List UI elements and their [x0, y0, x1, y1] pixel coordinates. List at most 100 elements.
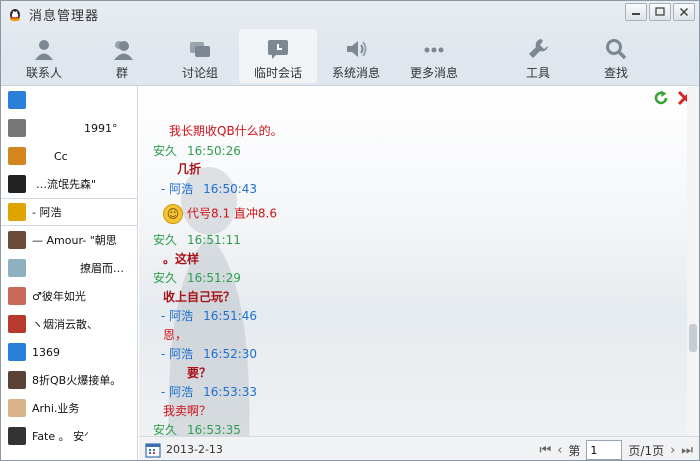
message-time: 16:52:30 — [203, 347, 258, 361]
contact-item[interactable]: ヽ烟消云散、 — [1, 310, 137, 338]
more-icon — [424, 47, 444, 53]
message-header: 安久 16:51:11 — [153, 231, 241, 248]
tab-temp-chat[interactable]: 临时会话 — [239, 29, 317, 83]
contact-name: ヽ烟消云散、 — [32, 318, 98, 331]
contact-item[interactable]: 8折QB火爆接单。 — [1, 366, 137, 394]
tab-system-messages[interactable]: 系统消息 — [317, 29, 395, 83]
message-time: 16:50:43 — [203, 182, 258, 196]
message-text: 恩， — [163, 326, 187, 343]
message-text: 我卖啊？ — [163, 402, 211, 419]
message-list: 我长期收QB什么的。 安久 16:50:26 几折 - 阿浩 16:50:43 ☺ 代号8.1… — [139, 86, 684, 437]
avatar — [8, 399, 26, 417]
chat-history: 我长期收QB什么的。 安久 16:50:26 几折 - 阿浩 16:50:43 ☺ 代号8.1… — [139, 86, 699, 460]
chat-scrollbar[interactable] — [687, 86, 699, 436]
qq-penguin-icon — [10, 9, 20, 22]
avatar — [8, 343, 26, 361]
prev-page-icon[interactable]: ‹ — [557, 443, 562, 458]
close-button[interactable] — [673, 3, 695, 21]
smiley-emoji-icon: ☺ — [163, 204, 183, 224]
message-header: 安久 16:51:29 — [153, 269, 241, 286]
message-body: 要？ — [187, 366, 212, 380]
contact-item[interactable]: — Amour- "朝思 — [1, 226, 137, 254]
tab-tools[interactable]: 工具 — [499, 29, 577, 83]
contact-name: 8折QB火爆接单。 — [32, 374, 122, 387]
contact-item[interactable]: - 阿浩 — [1, 198, 137, 226]
tab-discussions-label: 讨论组 — [181, 66, 218, 80]
tab-more-messages[interactable]: 更多消息 — [395, 29, 473, 83]
close-icon — [679, 7, 689, 17]
message-text: 几折 — [177, 160, 201, 177]
avatar — [8, 91, 26, 109]
message-sender: - 阿浩 — [161, 385, 194, 399]
contact-item[interactable]: ♂彼年如光 — [1, 282, 137, 310]
contact-item[interactable]: Arhi.业务 — [1, 394, 137, 422]
calendar-icon[interactable] — [145, 442, 161, 458]
message-sender: 安久 — [153, 144, 178, 158]
message-header: - 阿浩 16:50:43 — [161, 180, 257, 197]
contact-item[interactable]: 撩眉而… — [1, 254, 137, 282]
contact-name: Cc — [54, 149, 68, 163]
contact-item[interactable]: Cc — [1, 142, 137, 170]
page-prefix: 第 — [568, 443, 581, 458]
group-icon — [114, 41, 133, 60]
message-time: 16:53:33 — [203, 385, 258, 399]
contact-item[interactable]: …流氓先森" — [1, 170, 137, 198]
tab-contacts-label: 联系人 — [25, 66, 62, 80]
message-manager-window: 消息管理器 联系人 群 讨论组 临时会话 系统消息 更多消息 工具 查找 199… — [0, 0, 700, 461]
contact-icon — [35, 40, 53, 60]
tab-discussions[interactable]: 讨论组 — [161, 29, 239, 83]
avatar — [8, 203, 26, 221]
first-page-icon[interactable]: ⏮ — [539, 443, 551, 458]
message-sender: - 阿浩 — [161, 309, 194, 323]
tab-groups[interactable]: 群 — [83, 29, 161, 83]
speaker-icon — [347, 41, 367, 57]
message-body: 恩， — [163, 328, 188, 342]
discussion-icon — [190, 42, 210, 57]
avatar — [8, 175, 26, 193]
chat-footer: 2013-2-13 ⏮ ‹ 第 页/1页 › ⏭ — [139, 436, 699, 460]
page-number-input[interactable] — [586, 440, 623, 460]
message-text: ☺ 代号8.1 直冲8.6 — [163, 204, 277, 224]
contact-list: 1991° Cc …流氓先森" - 阿浩 — Amour- "朝思 撩眉而… ♂彼年如光ヽ烟… — [1, 86, 138, 460]
search-icon — [606, 39, 627, 60]
avatar — [8, 147, 26, 165]
message-body: 收上自己玩？ — [163, 290, 236, 304]
message-header: - 阿浩 16:52:30 — [161, 345, 257, 362]
contact-name: 1369 — [32, 345, 60, 359]
tab-tools-label: 工具 — [525, 66, 550, 80]
message-header: - 阿浩 16:51:46 — [161, 307, 257, 324]
contact-item[interactable]: 1369 — [1, 338, 137, 366]
next-page-icon[interactable]: › — [670, 443, 675, 458]
tab-more-messages-label: 更多消息 — [409, 66, 458, 80]
history-date: 2013-2-13 — [166, 443, 223, 456]
last-page-icon[interactable]: ⏭ — [681, 443, 693, 458]
temp-chat-icon — [268, 40, 288, 59]
contact-name: 1991° — [84, 121, 118, 135]
message-text: 我长期收QB什么的。 — [169, 122, 283, 139]
avatar — [8, 287, 26, 305]
avatar — [8, 315, 26, 333]
contact-name: Fate 。 安ᐟ — [32, 430, 89, 443]
message-time: 16:53:35 — [187, 423, 241, 437]
scroll-thumb[interactable] — [689, 324, 697, 352]
tab-contacts[interactable]: 联系人 — [5, 29, 83, 83]
main-toolbar: 联系人 群 讨论组 临时会话 系统消息 更多消息 工具 查找 — [1, 29, 699, 83]
title-bar: 消息管理器 — [1, 1, 699, 27]
maximize-button[interactable] — [649, 3, 671, 21]
message-time: 16:50:26 — [187, 144, 241, 158]
contact-item[interactable] — [1, 86, 137, 114]
message-body: 。这样 — [163, 252, 200, 266]
contact-item[interactable]: 1991° — [1, 114, 137, 142]
tab-search[interactable]: 查找 — [577, 29, 655, 83]
message-sender: 安久 — [153, 233, 178, 247]
tab-groups-label: 群 — [115, 66, 128, 80]
contact-item[interactable]: Fate 。 安ᐟ — [1, 422, 137, 450]
maximize-icon — [655, 7, 665, 16]
avatar — [8, 427, 26, 445]
contact-name: …流氓先森" — [36, 178, 97, 191]
tab-system-messages-label: 系统消息 — [331, 66, 380, 80]
message-text: 。这样 — [163, 250, 199, 267]
message-time: 16:51:11 — [187, 233, 241, 247]
minimize-button[interactable] — [625, 3, 647, 21]
contact-name: ♂彼年如光 — [32, 290, 86, 303]
